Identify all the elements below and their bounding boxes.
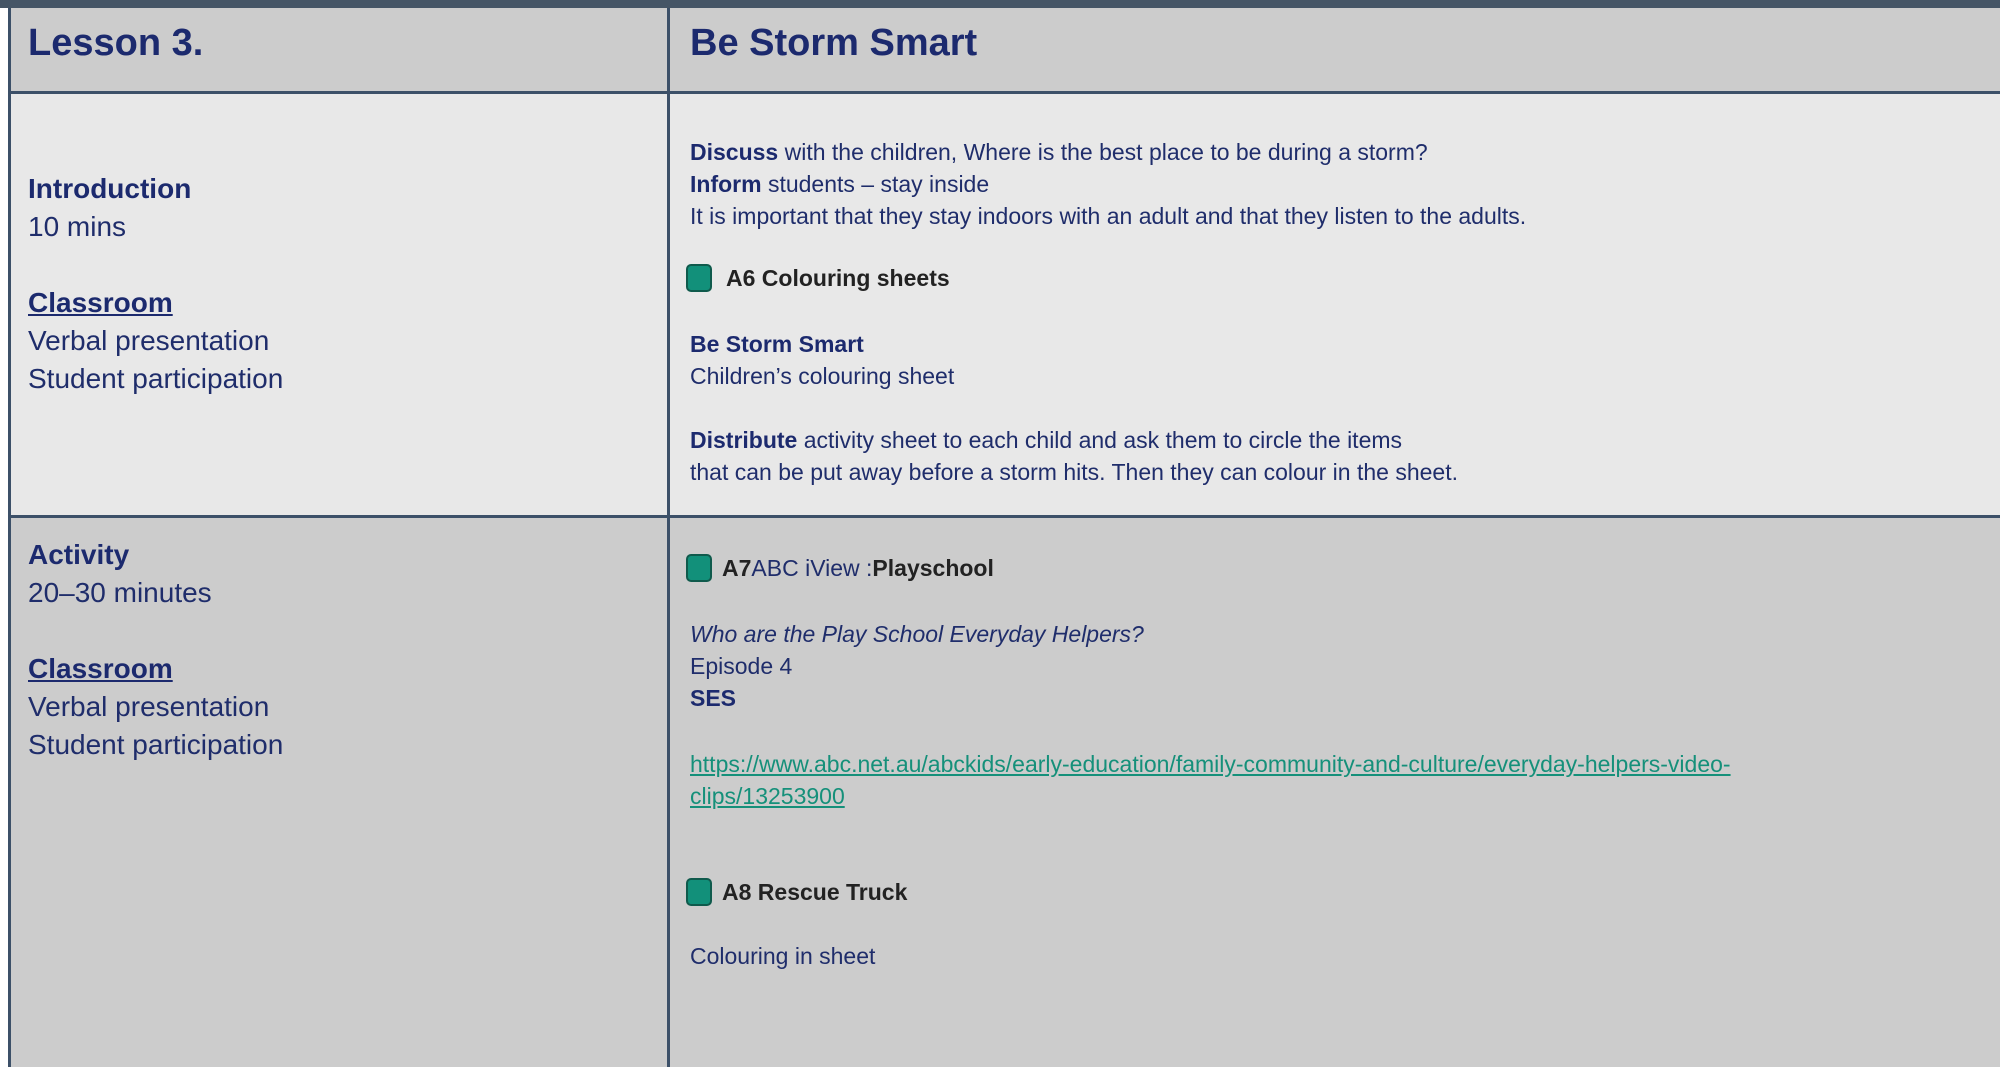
lesson-title-cell: Be Storm Smart — [670, 8, 2000, 94]
lesson-number: Lesson 3. — [28, 22, 204, 64]
episode-info: Who are the Play School Everyday Helpers… — [690, 618, 1144, 714]
intro-method: Verbal presentation — [28, 325, 270, 356]
episode-question: Who are the Play School Everyday Helpers… — [690, 621, 1144, 647]
video-link-line-1[interactable]: https://www.abc.net.au/abckids/early-edu… — [690, 748, 1731, 780]
resource-square-icon — [686, 878, 712, 906]
distribute-text: activity sheet to each child and ask the… — [797, 427, 1403, 453]
sheet-info: Be Storm Smart Children’s colouring shee… — [690, 328, 954, 392]
a8-description-block: Colouring in sheet — [690, 940, 875, 972]
top-bar — [0, 0, 2000, 8]
episode-org: SES — [690, 685, 737, 711]
activity-method: Verbal presentation — [28, 691, 270, 722]
intro-content: Discuss with the children, Where is the … — [690, 136, 1526, 232]
sheet-subtitle: Children’s colouring sheet — [690, 363, 955, 389]
activity-method: Student participation — [28, 729, 284, 760]
intro-setting-heading: Classroom — [28, 287, 173, 318]
lesson-table: Lesson 3. Be Storm Smart Introduction 10… — [8, 8, 2000, 1067]
intro-section-title: Introduction — [28, 173, 192, 204]
resource-square-icon — [686, 264, 712, 292]
sheet-title: Be Storm Smart — [690, 331, 864, 357]
inform-line: Inform students – stay inside — [690, 168, 1526, 200]
intro-content-cell: Discuss with the children, Where is the … — [670, 94, 2000, 518]
activity-meta: Activity 20–30 minutes Classroom Verbal … — [28, 536, 283, 764]
intro-method: Student participation — [28, 363, 284, 394]
inform-keyword: Inform — [690, 171, 762, 197]
lesson-number-cell: Lesson 3. — [8, 8, 670, 94]
activity-section-title: Activity — [28, 539, 130, 570]
activity-duration: 20–30 minutes — [28, 577, 212, 608]
video-link[interactable]: https://www.abc.net.au/abckids/early-edu… — [690, 748, 1731, 812]
resource-a7-source: ABC iView : — [751, 555, 873, 581]
discuss-text: with the children, Where is the best pla… — [778, 139, 1428, 165]
distribute-keyword: Distribute — [690, 427, 798, 453]
intro-meta: Introduction 10 mins Classroom Verbal pr… — [28, 170, 283, 398]
table-left-border — [8, 8, 11, 1067]
resource-a8-label: A8 Rescue Truck — [722, 879, 908, 905]
distribute-text-2: that can be put away before a storm hits… — [690, 459, 1458, 485]
resource-a6[interactable]: A6 Colouring sheets — [686, 262, 950, 294]
episode-number: Episode 4 — [690, 653, 793, 679]
resource-square-icon — [686, 554, 712, 582]
discuss-keyword: Discuss — [690, 139, 779, 165]
resource-a8[interactable]: A8 Rescue Truck — [686, 876, 907, 908]
intro-meta-cell: Introduction 10 mins Classroom Verbal pr… — [8, 94, 670, 518]
resource-a7-show: Playschool — [872, 555, 994, 581]
inform-text: students – stay inside — [761, 171, 990, 197]
important-line: It is important that they stay indoors w… — [690, 203, 1527, 229]
intro-duration: 10 mins — [28, 211, 127, 242]
distribute-info: Distribute activity sheet to each child … — [690, 424, 1458, 488]
activity-meta-cell: Activity 20–30 minutes Classroom Verbal … — [8, 518, 670, 1067]
resource-a7[interactable]: A7 ABC iView : Playschool — [686, 552, 994, 584]
resource-a6-label: A6 Colouring sheets — [726, 265, 950, 291]
lesson-title: Be Storm Smart — [690, 22, 978, 64]
discuss-line: Discuss with the children, Where is the … — [690, 136, 1526, 168]
activity-content-cell: A7 ABC iView : Playschool Who are the Pl… — [670, 518, 2000, 1067]
video-link-line-2[interactable]: clips/13253900 — [690, 780, 845, 812]
activity-setting-heading: Classroom — [28, 653, 173, 684]
resource-a7-code: A7 — [722, 555, 752, 581]
a8-description: Colouring in sheet — [690, 943, 876, 969]
